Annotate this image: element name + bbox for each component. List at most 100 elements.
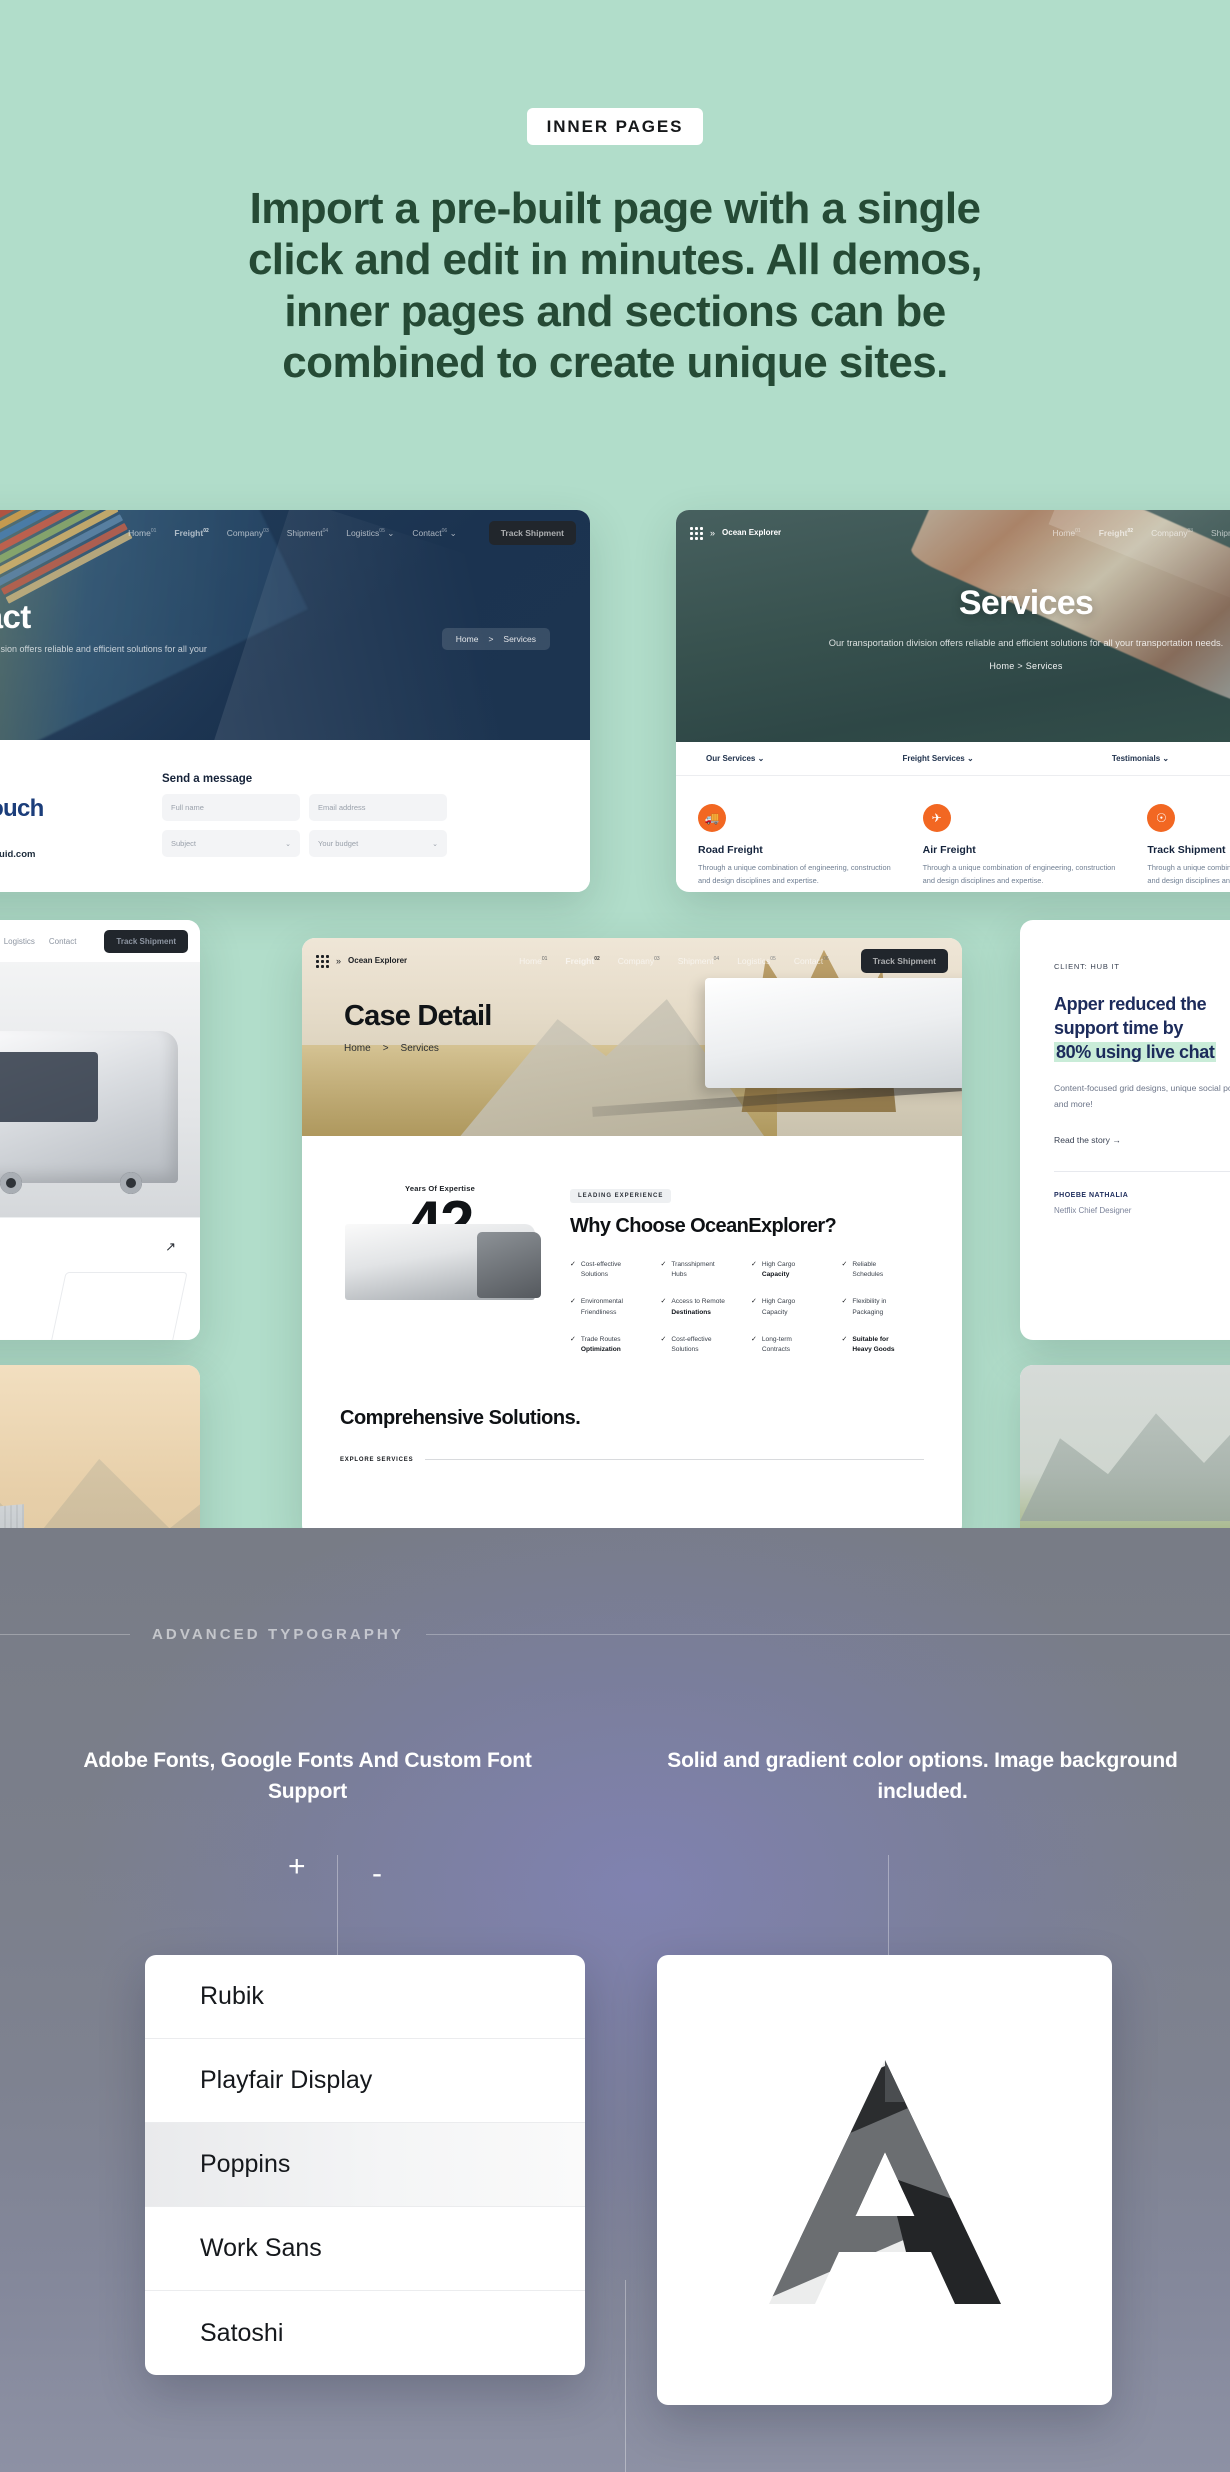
grid-dots-icon: [690, 526, 703, 540]
nav-item-home[interactable]: Home01: [128, 528, 156, 538]
nav-item-contact[interactable]: Contact06 ⌄: [412, 528, 456, 539]
explore-services-label: EXPLORE SERVICES: [340, 1456, 414, 1463]
font-option-satoshi[interactable]: Satoshi: [145, 2291, 585, 2375]
preview-card-services[interactable]: » Ocean Explorer Home01 Freight02 Compan…: [676, 510, 1230, 892]
truck-graphic: [0, 1031, 178, 1194]
read-the-story-link[interactable]: Read the story →: [1054, 1135, 1230, 1145]
nav-item-company[interactable]: Company03: [227, 528, 269, 538]
nav-item-freight[interactable]: Freight02: [565, 956, 599, 966]
font-option-rubik[interactable]: Rubik: [145, 1955, 585, 2039]
services-nav-links[interactable]: Home01 Freight02 Company03 Shipment04 Lo…: [1052, 528, 1230, 538]
inner-pages-badge: INNER PAGES: [526, 108, 704, 145]
feature-item: ✓ High Cargo Capacity: [751, 1297, 834, 1317]
check-icon: ✓: [570, 1335, 576, 1343]
preview-card-field[interactable]: [1020, 1365, 1230, 1528]
nav-item-shipment[interactable]: Shipment04: [1211, 528, 1230, 538]
why-choose-title: Why Choose OceanExplorer?: [570, 1215, 837, 1237]
fullname-input[interactable]: Full name: [162, 794, 300, 821]
email-input[interactable]: Email address: [309, 794, 447, 821]
barn-photo: [0, 1365, 200, 1528]
case-heading: Case Detail: [344, 1000, 492, 1032]
budget-select[interactable]: Your budget ⌄: [309, 830, 447, 857]
service-item[interactable]: ✈ Air Freight Through a unique combinati…: [922, 804, 1130, 888]
explore-services-row[interactable]: EXPLORE SERVICES: [340, 1457, 924, 1463]
nav-item-freight[interactable]: Freight02: [174, 528, 208, 538]
chevron-right-icon: >: [382, 1043, 389, 1054]
inner-pages-showcase: INNER PAGES Import a pre-built page with…: [0, 0, 1230, 2472]
service-item[interactable]: ☉ Track Shipment Through a unique combin…: [1147, 804, 1230, 888]
tab-testimonials[interactable]: Testimonials ⌄: [1112, 754, 1169, 763]
nav-item-contact[interactable]: Contact06: [794, 956, 829, 966]
minus-icon[interactable]: -: [372, 1859, 382, 1889]
nav-item-contact[interactable]: Contact: [49, 937, 77, 946]
preview-card-barn[interactable]: [0, 1365, 200, 1528]
breadcrumb-home[interactable]: Home: [456, 634, 479, 644]
section-label: ADVANCED TYPOGRAPHY: [152, 1626, 404, 1643]
mail-row[interactable]: ✉ Mail: info@liquid.com: [0, 846, 35, 862]
nav-item-company[interactable]: Company03: [1151, 528, 1193, 538]
preview-card-trucks[interactable]: Shipment Logistics Contact Track Shipmen…: [0, 920, 200, 1340]
nav-item-logistics[interactable]: Logistics05: [737, 956, 776, 966]
contact-subtitle: Our transportation division offers relia…: [0, 644, 207, 654]
nav-item-logistics[interactable]: Logistics05 ⌄: [346, 528, 394, 539]
brand-logo[interactable]: » Ocean Explorer: [316, 954, 407, 968]
plus-icon[interactable]: +: [288, 1852, 306, 1882]
track-shipment-button[interactable]: Track Shipment: [860, 949, 948, 973]
font-option-work-sans[interactable]: Work Sans: [145, 2207, 585, 2291]
brand-name: Ocean Explorer: [722, 528, 782, 538]
services-tabbar[interactable]: Our Services ⌄ Freight Services ⌄ Testim…: [676, 742, 1230, 776]
nav-item-home[interactable]: Home01: [519, 956, 547, 966]
client-body: Content-focused grid designs, unique soc…: [1054, 1082, 1230, 1109]
service-title: Track Shipment: [1147, 844, 1226, 856]
nav-item-logistics[interactable]: Logistics: [4, 937, 35, 946]
track-shipment-button[interactable]: Track Shipment: [488, 521, 576, 545]
service-title: Road Freight: [698, 844, 763, 856]
nav-item-company[interactable]: Company03: [618, 956, 660, 966]
case-body: Years Of Expertise 42 LEADING EXPERIENCE…: [302, 1136, 962, 1473]
why-choose-block: LEADING EXPERIENCE Why Choose OceanExplo…: [570, 1184, 924, 1355]
hills-graphic: [0, 1458, 200, 1528]
case-breadcrumb: Home > Services: [344, 1043, 439, 1054]
nav-item-shipment[interactable]: Shipment04: [678, 956, 719, 966]
contact-nav-links[interactable]: Home01 Freight02 Company03 Shipment04 Lo…: [128, 521, 576, 545]
contact-navbar: » Ocean Explorer Home01 Freight02 Compan…: [0, 510, 590, 556]
get-in-touch-heading: Get in touch: [0, 795, 44, 822]
preview-card-contact[interactable]: » Ocean Explorer Home01 Freight02 Compan…: [0, 510, 590, 892]
track-shipment-icon: ☉: [1147, 804, 1176, 832]
nav-item-home[interactable]: Home01: [1052, 528, 1080, 538]
preview-card-case-detail[interactable]: » Ocean Explorer Home01 Freight02 Compan…: [302, 938, 962, 1528]
font-option-poppins[interactable]: Poppins: [145, 2123, 585, 2207]
section-header: ADVANCED TYPOGRAPHY: [0, 1626, 1230, 1643]
feature-item: ✓ Environmental Friendliness: [570, 1297, 653, 1317]
chevron-down-icon: ⌄: [285, 840, 291, 848]
subject-select[interactable]: Subject ⌄: [162, 830, 300, 857]
preview-card-client-story[interactable]: CLIENT: HUB IT Apper reduced the support…: [1020, 920, 1230, 1340]
breadcrumb-home[interactable]: Home: [344, 1043, 371, 1054]
case-nav-links[interactable]: Home01 Freight02 Company03 Shipment04 Lo…: [519, 949, 948, 973]
vertical-divider: [625, 2280, 626, 2472]
client-label: CLIENT: HUB IT: [1054, 962, 1120, 971]
feature-item: ✓ Flexibility in Packaging: [842, 1297, 925, 1317]
typography-col-colors: Solid and gradient color options. Image …: [615, 1746, 1230, 1808]
brand-logo[interactable]: » Ocean Explorer: [690, 526, 782, 540]
check-icon: ✓: [570, 1261, 576, 1268]
font-option-playfair-display[interactable]: Playfair Display: [145, 2039, 585, 2123]
service-item[interactable]: 🚚 Road Freight Through a unique combinat…: [698, 804, 905, 888]
grey-truck-graphic: [345, 1223, 541, 1300]
tab-freight-services[interactable]: Freight Services ⌄: [902, 754, 973, 763]
check-icon: ✓: [570, 1298, 576, 1306]
letter-preview-card[interactable]: [657, 1955, 1112, 2405]
font-picker-list[interactable]: Rubik Playfair Display Poppins Work Sans…: [145, 1955, 585, 2375]
years-of-expertise-block: Years Of Expertise 42: [340, 1184, 541, 1355]
nav-item-shipment[interactable]: Shipment04: [287, 528, 328, 538]
chevron-down-icon: ⌄: [432, 840, 438, 848]
track-shipment-button[interactable]: Track Shipment: [104, 929, 188, 953]
tab-our-services[interactable]: Our Services ⌄: [706, 754, 764, 763]
trucks-photo: [0, 962, 200, 1217]
check-icon: ✓: [841, 1261, 848, 1268]
road-freight-icon: 🚚: [698, 804, 726, 832]
nav-item-freight[interactable]: Freight02: [1099, 528, 1133, 538]
explore-containers-row[interactable]: Explore Containers ↗: [0, 1217, 200, 1275]
trucks-blueprint-area: [0, 1275, 200, 1340]
service-title: Air Freight: [922, 844, 976, 856]
